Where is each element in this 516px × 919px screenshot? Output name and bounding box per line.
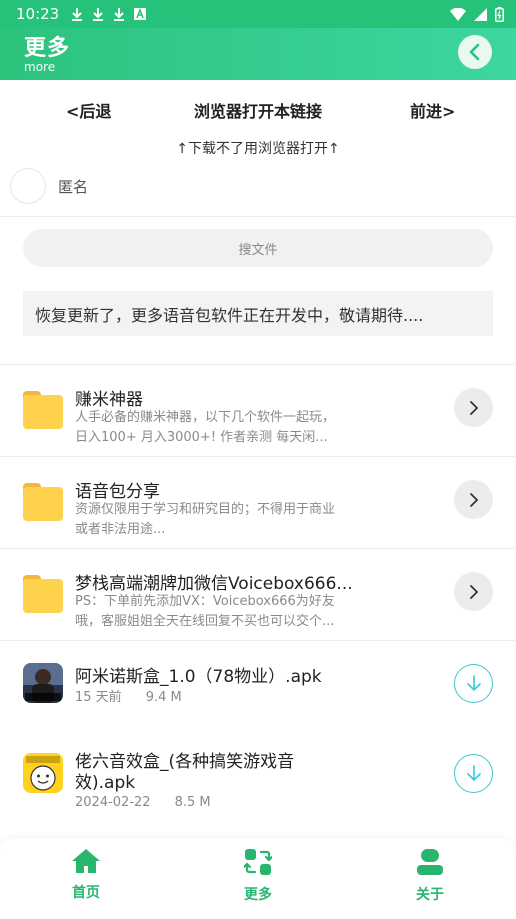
search-input[interactable]: 搜文件 (23, 229, 493, 267)
page-subtitle: more (24, 60, 56, 74)
chevron-right-icon (469, 584, 478, 599)
home-icon (72, 849, 100, 873)
chevron-left-icon (469, 43, 480, 61)
download-icon (114, 8, 125, 21)
avatar (10, 168, 46, 204)
search-placeholder: 搜文件 (238, 242, 278, 258)
file-name: 佬六音效盒_(各种搞笑游戏音 (75, 752, 295, 772)
divider (0, 216, 516, 217)
browser-back-link[interactable]: <后退 (66, 98, 111, 122)
screen: 10:23 更多 more <后退 浏览器打开本链接 前进> ↑下载不了用浏览器… (0, 0, 516, 919)
user-name: 匿名 (58, 177, 89, 196)
file-name: 阿米诺斯盒_1.0（78物业）.apk (75, 667, 322, 687)
download-button[interactable] (454, 664, 493, 703)
tab-label: 更多 (244, 887, 272, 903)
open-folder-button[interactable] (454, 480, 493, 519)
notice-text: 恢复更新了，更多语音包软件正在开发中，敬请期待.... (35, 305, 424, 325)
list-item[interactable]: 梦栈高端潮牌加微信Voicebox666... PS：下单前先添加VX：Voic… (0, 549, 516, 640)
folder-desc: 哦，客服姐姐全天在线回复不买也可以交个... (75, 614, 335, 629)
open-folder-button[interactable] (454, 572, 493, 611)
download-button[interactable] (454, 754, 493, 793)
status-time: 10:23 (16, 5, 60, 23)
download-hint: ↑下载不了用浏览器打开↑ (176, 141, 340, 157)
battery-icon (495, 6, 504, 22)
back-button[interactable] (458, 35, 492, 69)
folder-desc: 资源仅限用于学习和研究目的；不得用于商业 (75, 502, 336, 517)
folder-name: 梦栈高端潮牌加微信Voicebox666... (75, 574, 353, 594)
user-icon (417, 849, 443, 875)
download-icon (72, 8, 83, 21)
refresh-icon (244, 849, 272, 875)
list-item[interactable]: 赚米神器 人手必备的赚米神器，以下几个软件一起玩， 日入100+ 月入3000+… (0, 365, 516, 456)
tab-label: 关于 (416, 887, 444, 903)
folder-name: 语音包分享 (75, 482, 160, 502)
file-size: 8.5 M (174, 795, 211, 810)
file-thumbnail (23, 753, 63, 793)
notice-banner: 恢复更新了，更多语音包软件正在开发中，敬请期待.... (23, 291, 493, 336)
folder-icon (23, 483, 63, 521)
user-row[interactable]: 匿名 (10, 168, 88, 204)
folder-desc: PS：下单前先添加VX：Voicebox666为好友 (75, 594, 335, 609)
chevron-right-icon (469, 400, 478, 415)
file-item[interactable]: 佬六音效盒_(各种搞笑游戏音 效).apk 2024-02-22 8.5 M (0, 733, 516, 838)
list-item[interactable]: 语音包分享 资源仅限用于学习和研究目的；不得用于商业 或者非法用途... (0, 457, 516, 548)
status-bar: 10:23 (0, 0, 516, 28)
file-date: 15 天前 (75, 690, 122, 705)
folder-desc: 或者非法用途... (75, 522, 166, 537)
folder-desc: 人手必备的赚米神器，以下几个软件一起玩， (75, 410, 336, 425)
wifi-icon (450, 7, 466, 21)
browser-forward-link[interactable]: 前进> (410, 98, 455, 122)
file-date: 2024-02-22 (75, 795, 151, 810)
signal-icon (474, 7, 487, 21)
app-header: 更多 more (0, 28, 516, 80)
download-arrow-icon (466, 764, 481, 781)
notification-a-icon (134, 8, 147, 20)
open-in-browser-link[interactable]: 浏览器打开本链接 (194, 98, 322, 122)
browser-nav: <后退 浏览器打开本链接 前进> (0, 92, 516, 128)
tab-more[interactable]: 更多 (228, 848, 288, 904)
file-name: 效).apk (75, 773, 136, 793)
folder-icon (23, 575, 63, 613)
open-folder-button[interactable] (454, 388, 493, 427)
folder-name: 赚米神器 (75, 390, 143, 410)
folder-icon (23, 391, 63, 429)
tab-label: 首页 (72, 885, 100, 901)
chevron-right-icon (469, 492, 478, 507)
file-size: 9.4 M (145, 690, 182, 705)
tab-about[interactable]: 关于 (400, 848, 460, 904)
download-icon (93, 8, 104, 21)
file-thumbnail (23, 663, 63, 703)
file-item[interactable]: 阿米诺斯盒_1.0（78物业）.apk 15 天前 9.4 M (0, 641, 516, 733)
page-title: 更多 (24, 36, 71, 61)
tab-home[interactable]: 首页 (56, 848, 116, 902)
folder-desc: 日入100+ 月入3000+! 作者亲测 每天闲... (75, 430, 328, 445)
download-arrow-icon (466, 674, 481, 691)
bottom-tab-bar: 首页 更多 关于 (0, 838, 516, 919)
